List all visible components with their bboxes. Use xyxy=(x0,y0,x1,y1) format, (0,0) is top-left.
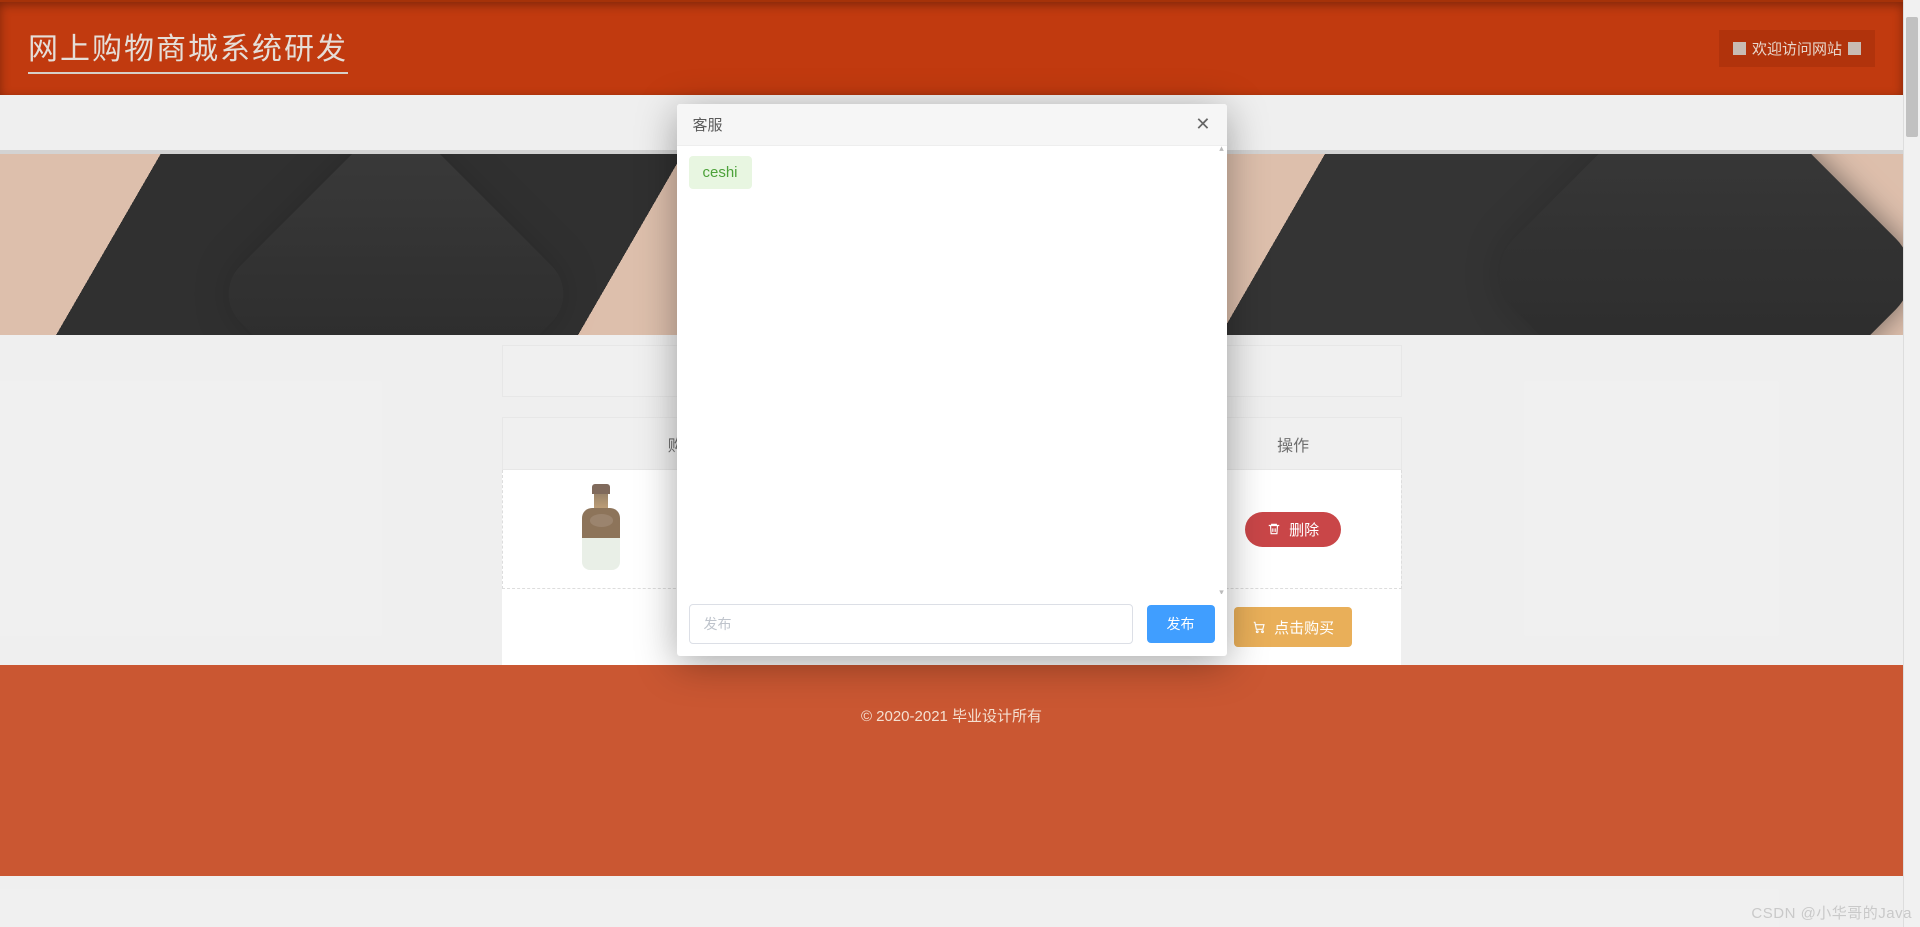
dialog-header: 客服 ✕ xyxy=(677,104,1227,146)
site-footer: © 2020-2021 毕业设计所有 xyxy=(0,665,1903,876)
page-viewport: 网上购物商城系统研发 欢迎访问网站 购买信息 单价 操作 xyxy=(0,0,1903,927)
welcome-text: 欢迎访问网站 xyxy=(1752,38,1842,59)
product-image xyxy=(577,484,625,574)
watermark: CSDN @小华哥的Java xyxy=(1751,902,1912,923)
trash-icon xyxy=(1267,522,1281,536)
chat-message: ceshi xyxy=(689,156,752,189)
welcome-banner: 欢迎访问网站 xyxy=(1719,30,1875,67)
send-button[interactable]: 发布 xyxy=(1147,605,1215,643)
customer-service-dialog: 客服 ✕ ceshi ▴ ▾ 发布 xyxy=(677,104,1227,656)
dialog-footer: 发布 xyxy=(677,594,1227,656)
site-title[interactable]: 网上购物商城系统研发 xyxy=(28,24,348,74)
delete-button[interactable]: 删除 xyxy=(1245,512,1341,547)
buy-button-label: 点击购买 xyxy=(1274,617,1334,638)
dialog-scrollbar[interactable]: ▴ ▾ xyxy=(1217,148,1227,592)
dialog-body: ceshi ▴ ▾ xyxy=(677,146,1227,594)
stop-icon xyxy=(1733,42,1746,55)
browser-scrollbar[interactable] xyxy=(1903,0,1920,927)
buy-button[interactable]: 点击购买 xyxy=(1234,607,1352,647)
copyright-text: © 2020-2021 毕业设计所有 xyxy=(861,708,1042,725)
site-header: 网上购物商城系统研发 欢迎访问网站 xyxy=(0,0,1903,95)
close-icon[interactable]: ✕ xyxy=(1195,114,1210,135)
delete-button-label: 删除 xyxy=(1289,519,1319,540)
scrollbar-thumb[interactable] xyxy=(1906,17,1918,137)
dialog-title: 客服 xyxy=(693,114,723,135)
cart-icon xyxy=(1252,620,1266,634)
stop-icon xyxy=(1848,42,1861,55)
message-input[interactable] xyxy=(689,604,1133,644)
